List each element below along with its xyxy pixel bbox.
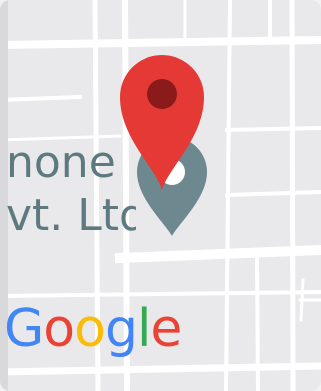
logo-letter: o	[74, 299, 106, 359]
selected-location-pin-dot	[147, 79, 177, 109]
logo-letter: g	[104, 299, 138, 359]
logo-letter: l	[136, 299, 151, 359]
map-view[interactable]: none vt. Ltd Google	[0, 0, 321, 391]
logo-letter: e	[150, 299, 182, 359]
google-logo: Google	[4, 296, 182, 362]
logo-letter: o	[43, 299, 75, 359]
logo-letter: G	[4, 299, 44, 359]
